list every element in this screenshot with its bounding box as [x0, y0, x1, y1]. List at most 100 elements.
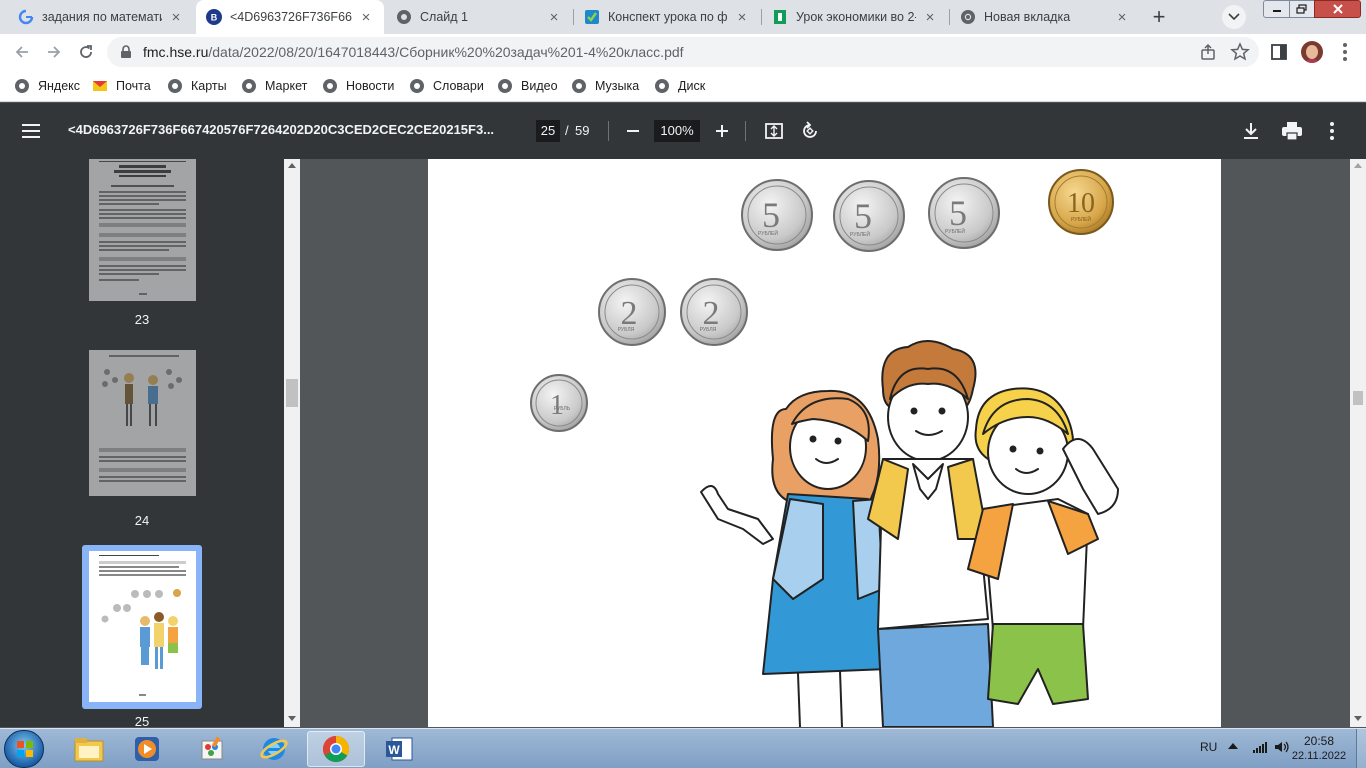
scroll-up-arrow[interactable]: [288, 163, 296, 168]
girl-figure: [700, 389, 889, 727]
bookmark-label: Музыка: [595, 79, 640, 93]
globe-icon: [571, 78, 587, 94]
scrollbar-thumb[interactable]: [286, 379, 298, 407]
thumbnail-label: 24: [134, 513, 150, 528]
scroll-down-arrow[interactable]: [288, 716, 296, 721]
main-scrollbar[interactable]: [1350, 159, 1366, 727]
print-icon[interactable]: [1281, 121, 1303, 141]
language-indicator[interactable]: RU: [1200, 740, 1217, 754]
new-tab-button[interactable]: +: [1147, 4, 1171, 29]
browser-menu-button[interactable]: [1333, 40, 1357, 64]
taskbar-word[interactable]: W: [370, 731, 428, 767]
close-icon[interactable]: ×: [168, 9, 184, 26]
side-panel-icon[interactable]: [1271, 44, 1287, 60]
lock-icon[interactable]: [119, 45, 133, 59]
restore-icon: [1296, 4, 1307, 14]
pdf-more-options-button[interactable]: [1322, 121, 1342, 141]
show-hidden-icons-button[interactable]: [1228, 743, 1238, 749]
bookmark-dictionaries[interactable]: Словари: [409, 76, 484, 96]
close-icon[interactable]: ×: [734, 9, 750, 26]
tab-lesson-notes[interactable]: Конспект урока по фи ×: [574, 0, 760, 34]
tab-title: <4D6963726F736F6674: [230, 10, 352, 24]
taskbar-internet-explorer[interactable]: [245, 731, 303, 767]
bookmark-label: Маркет: [265, 79, 308, 93]
network-icon[interactable]: [1252, 740, 1268, 754]
globe-icon: [654, 78, 670, 94]
thumbnail-page-23[interactable]: [89, 159, 196, 301]
thumbnail-page-25[interactable]: [89, 551, 196, 702]
taskbar-media-player[interactable]: [118, 731, 176, 767]
bookmark-music[interactable]: Музыка: [571, 76, 639, 96]
tab-economics-lesson[interactable]: Урок экономики во 2- ×: [762, 0, 948, 34]
reload-button[interactable]: [74, 40, 98, 64]
profile-avatar[interactable]: [1301, 41, 1323, 63]
url-text[interactable]: fmc.hse.ru/data/2022/08/20/1647018443/Сб…: [143, 44, 684, 60]
tab-slide-1[interactable]: Слайд 1 ×: [386, 0, 572, 34]
clock-date[interactable]: 22.11.2022: [1286, 750, 1352, 762]
page-number-input[interactable]: 25: [536, 120, 560, 142]
thumbnail-page-24[interactable]: [89, 350, 196, 496]
taskbar-paint[interactable]: [183, 731, 241, 767]
scroll-down-arrow[interactable]: [1354, 716, 1362, 721]
coin-5-rubles: 5 РУБЛЕЙ: [928, 177, 1000, 249]
close-icon: [1332, 4, 1343, 14]
close-icon[interactable]: ×: [546, 9, 562, 26]
fit-to-page-icon[interactable]: [764, 121, 784, 141]
close-icon[interactable]: ×: [1114, 9, 1130, 26]
star-icon[interactable]: [1230, 42, 1250, 62]
bookmark-mail[interactable]: Почта: [92, 76, 151, 96]
tab-math-tasks[interactable]: задания по математик ×: [8, 0, 194, 34]
start-button[interactable]: [4, 730, 44, 768]
bookmark-market[interactable]: Маркет: [241, 76, 307, 96]
windows-logo-icon: [17, 741, 33, 757]
zoom-in-button[interactable]: [711, 120, 733, 142]
hamburger-menu-icon[interactable]: [22, 121, 42, 141]
bookmark-maps[interactable]: Карты: [167, 76, 227, 96]
green-doc-icon: [772, 9, 788, 25]
windows-taskbar: W RU 20:58 22.11.2022: [0, 728, 1366, 768]
bookmark-label: Яндекс: [38, 79, 81, 93]
google-g-icon: [18, 9, 34, 25]
thumbnail-label: 23: [134, 312, 150, 327]
coin-2-rubles: 2 РУБЛЯ: [680, 278, 748, 346]
address-bar[interactable]: fmc.hse.ru/data/2022/08/20/1647018443/Сб…: [107, 37, 1259, 67]
tab-search-button[interactable]: [1222, 5, 1246, 29]
zoom-out-button[interactable]: [622, 120, 644, 142]
scroll-up-arrow[interactable]: [1354, 163, 1362, 168]
close-icon[interactable]: ×: [358, 9, 374, 26]
tab-title: Конспект урока по фи: [608, 10, 728, 24]
bookmark-video[interactable]: Видео: [497, 76, 558, 96]
clock-time[interactable]: 20:58: [1296, 734, 1342, 748]
scrollbar-thumb[interactable]: [1353, 391, 1363, 405]
show-desktop-button[interactable]: [1356, 729, 1366, 768]
sidebar-scrollbar[interactable]: [284, 159, 300, 727]
bookmark-yandex[interactable]: Яндекс: [14, 76, 80, 96]
rotate-icon[interactable]: [800, 121, 820, 141]
bookmark-disk[interactable]: Диск: [654, 76, 705, 96]
bookmark-label: Диск: [678, 79, 706, 93]
window-close-button[interactable]: [1314, 0, 1361, 18]
window-restore-button[interactable]: [1289, 0, 1315, 18]
boy-blond-figure: [967, 387, 1119, 705]
globe-icon: [497, 78, 513, 94]
back-button[interactable]: [10, 40, 34, 64]
window-minimize-button[interactable]: [1263, 0, 1290, 18]
coin-word: РУБЛЯ: [700, 327, 717, 333]
tab-pdf-document[interactable]: B <4D6963726F736F6674 ×: [196, 0, 384, 34]
forward-button[interactable]: [42, 40, 66, 64]
zoom-level-input[interactable]: 100%: [654, 120, 700, 142]
coin-word: РУБЛЕЙ: [1071, 215, 1091, 223]
share-icon[interactable]: [1199, 43, 1217, 61]
bookmark-label: Словари: [433, 79, 484, 93]
reload-icon: [80, 45, 92, 58]
close-icon[interactable]: ×: [922, 9, 938, 26]
bookmark-news[interactable]: Новости: [322, 76, 394, 96]
taskbar-explorer[interactable]: [60, 731, 118, 767]
tab-new-tab[interactable]: Новая вкладка ×: [950, 0, 1140, 34]
tab-strip: задания по математик × B <4D6963726F736F…: [0, 0, 1366, 34]
media-player-icon: [135, 737, 159, 761]
globe-icon: [241, 78, 257, 94]
globe-icon: [322, 78, 338, 94]
download-icon[interactable]: [1241, 121, 1261, 141]
taskbar-chrome[interactable]: [307, 731, 365, 767]
